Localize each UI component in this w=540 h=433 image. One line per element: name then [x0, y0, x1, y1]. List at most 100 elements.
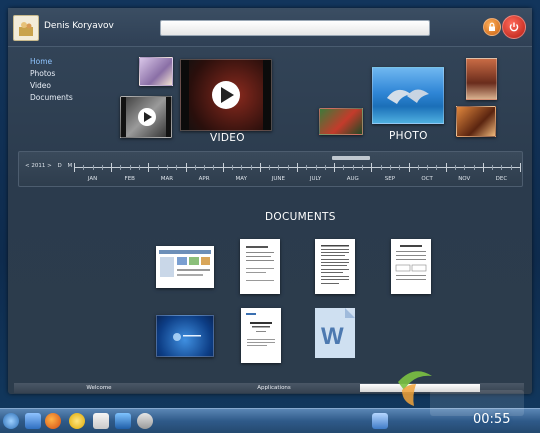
mail-icon[interactable]	[93, 413, 109, 429]
timeline-month-feb[interactable]: FEB	[125, 176, 135, 182]
search-input[interactable]	[160, 20, 430, 36]
timeline-month-may[interactable]: MAY	[236, 176, 247, 182]
timeline-month-jan[interactable]: JAN	[88, 176, 97, 182]
power-button[interactable]	[502, 15, 526, 39]
photo-thumbnail-left[interactable]	[319, 108, 363, 135]
timeline-major-tick	[520, 163, 521, 172]
document-thumbnail-windows[interactable]	[156, 315, 214, 357]
text-page-preview	[321, 245, 349, 284]
messenger-icon[interactable]	[69, 413, 85, 429]
lock-button[interactable]	[483, 18, 501, 36]
video-thumbnail-small-left[interactable]	[120, 96, 172, 138]
timeline-minor-tick	[510, 165, 512, 170]
document-thumbnail-text-2[interactable]	[315, 239, 355, 294]
timeline-major-tick	[408, 163, 410, 172]
text-page-preview	[246, 246, 274, 281]
photo-thumbnail-dolphins[interactable]	[372, 67, 444, 124]
timeline-major-tick	[445, 163, 447, 172]
user-avatar[interactable]	[13, 15, 39, 41]
timeline-month-mar[interactable]: MAR	[161, 176, 173, 182]
text-page-preview	[246, 313, 275, 346]
nav-item-home[interactable]: Home	[30, 56, 73, 68]
timeline-mode-day[interactable]: D	[57, 163, 61, 169]
timeline-month-dec[interactable]: DEC	[496, 176, 508, 182]
video-thumbnail-main[interactable]	[180, 59, 272, 131]
word-document-icon: W	[315, 308, 355, 358]
timeline-minor-tick	[501, 165, 503, 170]
timeline-minor-tick	[492, 165, 494, 170]
timeline-minor-tick	[343, 165, 345, 170]
timeline-minor-tick	[362, 165, 364, 170]
photo-section-title: PHOTO	[389, 130, 428, 142]
timeline-major-tick	[148, 163, 150, 172]
timeline-minor-tick	[241, 165, 243, 170]
timeline-major-tick	[185, 163, 187, 172]
video-thumbnail-small-top[interactable]	[139, 57, 173, 86]
timeline[interactable]: < 2011 > D M JAN FEB MAR APR MAY JUNE JULY AUG S…	[18, 151, 523, 187]
timeline-minor-tick	[139, 165, 141, 170]
timeline-minor-tick	[399, 165, 401, 170]
timeline-major-tick	[111, 163, 113, 172]
system-settings-icon[interactable]	[137, 413, 153, 429]
timeline-minor-tick	[436, 165, 438, 170]
file-manager-icon[interactable]	[25, 413, 41, 429]
timeline-minor-tick	[120, 165, 122, 170]
timeline-month-oct[interactable]: OCT	[421, 176, 433, 182]
form-page-preview	[395, 245, 427, 280]
tab-welcome[interactable]: Welcome	[14, 383, 184, 393]
timeline-minor-tick	[473, 165, 475, 170]
photo-thumbnail-bottom-right[interactable]	[456, 106, 496, 137]
nav-item-documents[interactable]: Documents	[30, 92, 73, 104]
timeline-minor-tick	[176, 165, 178, 170]
timeline-minor-tick	[194, 165, 196, 170]
timeline-minor-tick	[427, 165, 429, 170]
sidebar-nav: Home Photos Video Documents	[30, 56, 73, 104]
timeline-minor-tick	[315, 165, 317, 170]
timeline-month-june[interactable]: JUNE	[272, 176, 285, 182]
timeline-minor-tick	[92, 165, 94, 170]
firefox-icon[interactable]	[45, 413, 61, 429]
nav-item-video[interactable]: Video	[30, 80, 73, 92]
timeline-major-tick	[334, 163, 336, 172]
timeline-year-nav[interactable]: < 2011 > D M	[25, 163, 72, 169]
start-menu-icon[interactable]	[3, 413, 19, 429]
svg-text:W: W	[321, 323, 344, 350]
timeline-minor-tick	[166, 165, 168, 170]
photo-thumbnail-top-right[interactable]	[466, 58, 497, 100]
timeline-minor-tick	[389, 165, 391, 170]
timeline-month-aug[interactable]: AUG	[347, 176, 359, 182]
nav-item-photos[interactable]: Photos	[30, 68, 73, 80]
document-thumbnail-text-1[interactable]	[240, 239, 280, 294]
timeline-minor-tick	[278, 165, 280, 170]
timeline-selected-range[interactable]	[332, 156, 370, 160]
timeline-minor-tick	[464, 165, 466, 170]
timeline-minor-tick	[417, 165, 419, 170]
timeline-major-tick	[297, 163, 298, 172]
document-thumbnail-text-3[interactable]	[241, 308, 281, 363]
timeline-year-label[interactable]: < 2011 >	[25, 163, 52, 169]
play-icon	[181, 60, 271, 130]
media-player-icon[interactable]	[115, 413, 131, 429]
timeline-major-tick	[482, 163, 484, 172]
document-thumbnail-screenshot[interactable]	[156, 246, 214, 288]
timeline-month-nov[interactable]: NOV	[458, 176, 470, 182]
lock-icon	[489, 22, 495, 31]
timeline-minor-tick	[380, 165, 382, 170]
timeline-minor-tick	[269, 165, 271, 170]
timeline-month-sep[interactable]: SEP	[385, 176, 395, 182]
timeline-major-tick	[74, 163, 75, 172]
timeline-month-apr[interactable]: APR	[199, 176, 210, 182]
timeline-minor-tick	[213, 165, 215, 170]
timeline-minor-tick	[454, 165, 456, 170]
user-name: Denis Koryavov	[44, 21, 114, 31]
timeline-month-july[interactable]: JULY	[310, 176, 321, 182]
timeline-mode-month[interactable]: M	[67, 163, 72, 169]
document-thumbnail-word[interactable]: W	[315, 308, 355, 358]
timeline-major-tick	[371, 163, 373, 172]
document-thumbnail-form[interactable]	[391, 239, 431, 294]
dolphin-image	[387, 89, 429, 104]
timeline-minor-tick	[83, 165, 85, 170]
tab-applications[interactable]: Applications	[189, 383, 359, 393]
timeline-minor-tick	[352, 165, 354, 170]
screenshot-preview	[159, 250, 211, 277]
